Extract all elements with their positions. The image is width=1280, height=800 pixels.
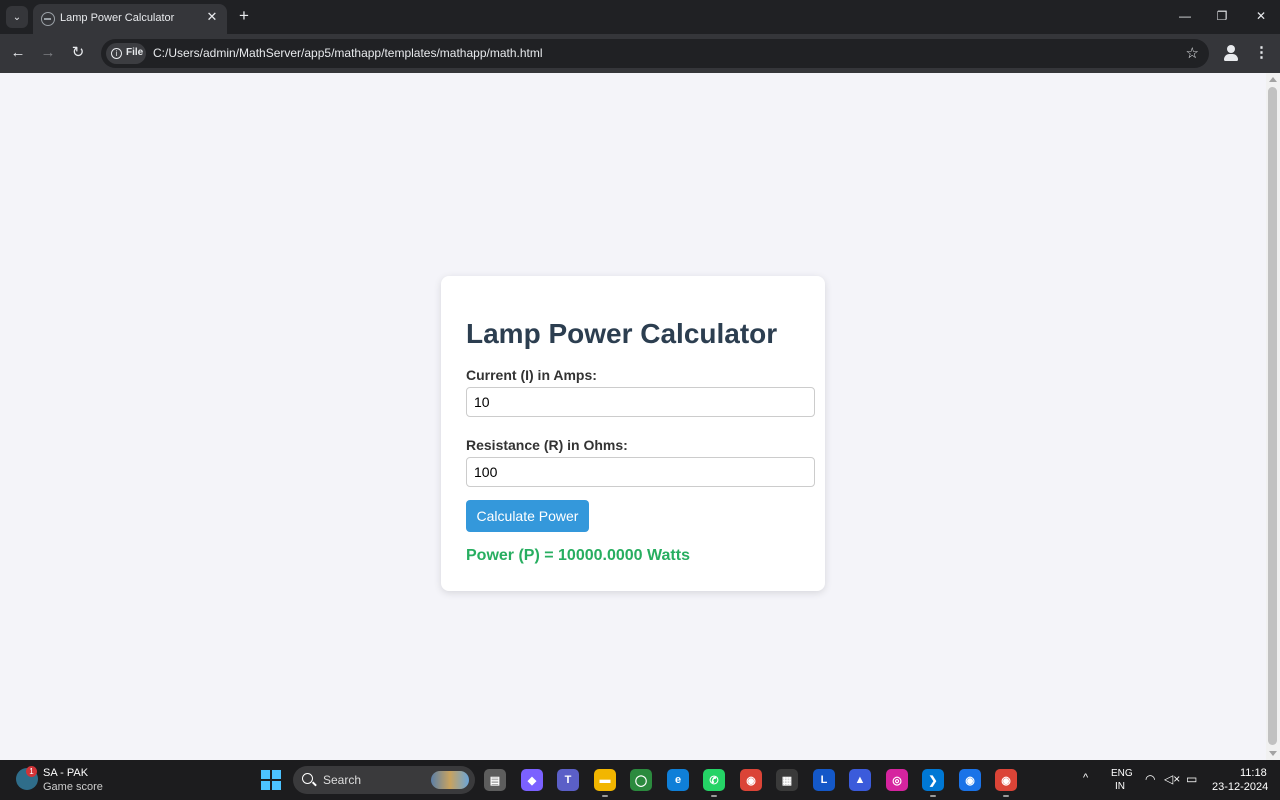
chrome-icon[interactable]: ◉ — [740, 769, 762, 791]
widget-title[interactable]: SA - PAK — [43, 767, 88, 779]
vscode-icon[interactable]: ❯ — [922, 769, 944, 797]
browser-chrome: ⌄ Lamp Power Calculator ✕ + — ❐ ✕ ← → ↻ … — [0, 0, 1280, 73]
clock-time[interactable]: 11:18 — [1240, 767, 1267, 779]
ring-app-icon[interactable]: ◯ — [630, 769, 652, 791]
tab-search-button[interactable]: ⌄ — [6, 6, 28, 28]
folder-icon[interactable]: ▬ — [594, 769, 616, 797]
tab-strip: ⌄ Lamp Power Calculator ✕ + — ❐ ✕ — [0, 0, 1280, 34]
region-indicator[interactable]: IN — [1115, 781, 1125, 792]
info-icon: i — [111, 48, 122, 59]
edge-icon[interactable]: e — [667, 769, 689, 791]
show-hidden-icons-chevron-icon[interactable]: ^ — [1083, 772, 1088, 784]
close-tab-icon[interactable]: ✕ — [205, 10, 219, 24]
whatsapp-icon[interactable]: ✆ — [703, 769, 725, 797]
l-app-icon[interactable]: L — [813, 769, 835, 791]
language-indicator[interactable]: ENG — [1111, 768, 1133, 779]
wifi-icon[interactable]: ◠ — [1145, 772, 1155, 786]
running-indicator — [711, 795, 717, 797]
address-bar[interactable]: i File C:/Users/admin/MathServer/app5/ma… — [101, 39, 1209, 68]
url-text[interactable]: C:/Users/admin/MathServer/app5/mathapp/t… — [153, 46, 543, 60]
scroll-up-arrow-icon[interactable] — [1269, 77, 1277, 82]
back-button[interactable]: ← — [8, 43, 28, 63]
current-label: Current (I) in Amps: — [466, 367, 597, 383]
calculate-power-button[interactable]: Calculate Power — [466, 500, 589, 532]
resistance-input[interactable] — [466, 457, 815, 487]
instagram-icon[interactable]: ◎ — [886, 769, 908, 791]
volume-muted-icon[interactable]: ◁× — [1164, 772, 1180, 786]
taskbar-search[interactable]: Search — [293, 766, 475, 794]
widget-subtitle[interactable]: Game score — [43, 781, 103, 793]
new-tab-button[interactable]: + — [236, 7, 252, 24]
scroll-thumb[interactable] — [1268, 87, 1277, 745]
globe-icon — [41, 12, 55, 26]
file-explorer-icon[interactable]: ▤ — [484, 769, 506, 791]
restore-button[interactable]: ❐ — [1211, 6, 1233, 26]
store-icon[interactable]: ▦ — [776, 769, 798, 791]
browser-toolbar: ← → ↻ i File C:/Users/admin/MathServer/a… — [0, 34, 1280, 73]
profile-icon[interactable] — [1222, 44, 1240, 62]
teams-icon[interactable]: T — [557, 769, 579, 791]
notification-badge: 1 — [26, 766, 37, 777]
reload-button[interactable]: ↻ — [68, 43, 88, 63]
current-input[interactable] — [466, 387, 815, 417]
calculator-card: Lamp Power Calculator Current (I) in Amp… — [441, 276, 825, 591]
bookmark-star-icon[interactable]: ☆ — [1186, 44, 1199, 62]
search-label: Search — [323, 773, 362, 787]
running-indicator — [930, 795, 936, 797]
chrome-dev-icon[interactable]: ◉ — [959, 769, 981, 791]
power-result: Power (P) = 10000.0000 Watts — [466, 547, 690, 564]
windows-start-icon[interactable] — [261, 770, 281, 790]
tab-title: Lamp Power Calculator — [60, 12, 175, 24]
file-label: File — [126, 47, 144, 58]
tab-lamp-power-calculator[interactable]: Lamp Power Calculator ✕ — [33, 4, 227, 34]
vertical-scrollbar[interactable] — [1266, 73, 1280, 760]
running-indicator — [1003, 795, 1009, 797]
copilot-icon[interactable]: ◆ — [521, 769, 543, 791]
search-icon — [302, 773, 313, 784]
battery-icon[interactable]: ▭ — [1186, 772, 1197, 786]
running-indicator — [602, 795, 608, 797]
browser-menu-icon[interactable]: ⋮ — [1254, 43, 1269, 63]
clock-date[interactable]: 23-12-2024 — [1212, 781, 1268, 793]
search-highlight-image — [431, 771, 469, 789]
windows-taskbar: 1 SA - PAK Game score Search ▤ ◆ T ▬ ◯ e ✆ ◉ ▦ L ▲… — [0, 760, 1280, 800]
resistance-label: Resistance (R) in Ohms: — [466, 437, 628, 453]
close-window-button[interactable]: ✕ — [1250, 6, 1272, 26]
chrome-active-icon[interactable]: ◉ — [995, 769, 1017, 797]
minimize-button[interactable]: — — [1174, 6, 1196, 26]
page-title: Lamp Power Calculator — [466, 318, 778, 349]
arc-app-icon[interactable]: ▲ — [849, 769, 871, 791]
site-info-chip[interactable]: i File — [106, 43, 146, 64]
page-viewport: Lamp Power Calculator Current (I) in Amp… — [0, 73, 1266, 760]
forward-button[interactable]: → — [38, 43, 58, 63]
scroll-down-arrow-icon[interactable] — [1269, 751, 1277, 756]
